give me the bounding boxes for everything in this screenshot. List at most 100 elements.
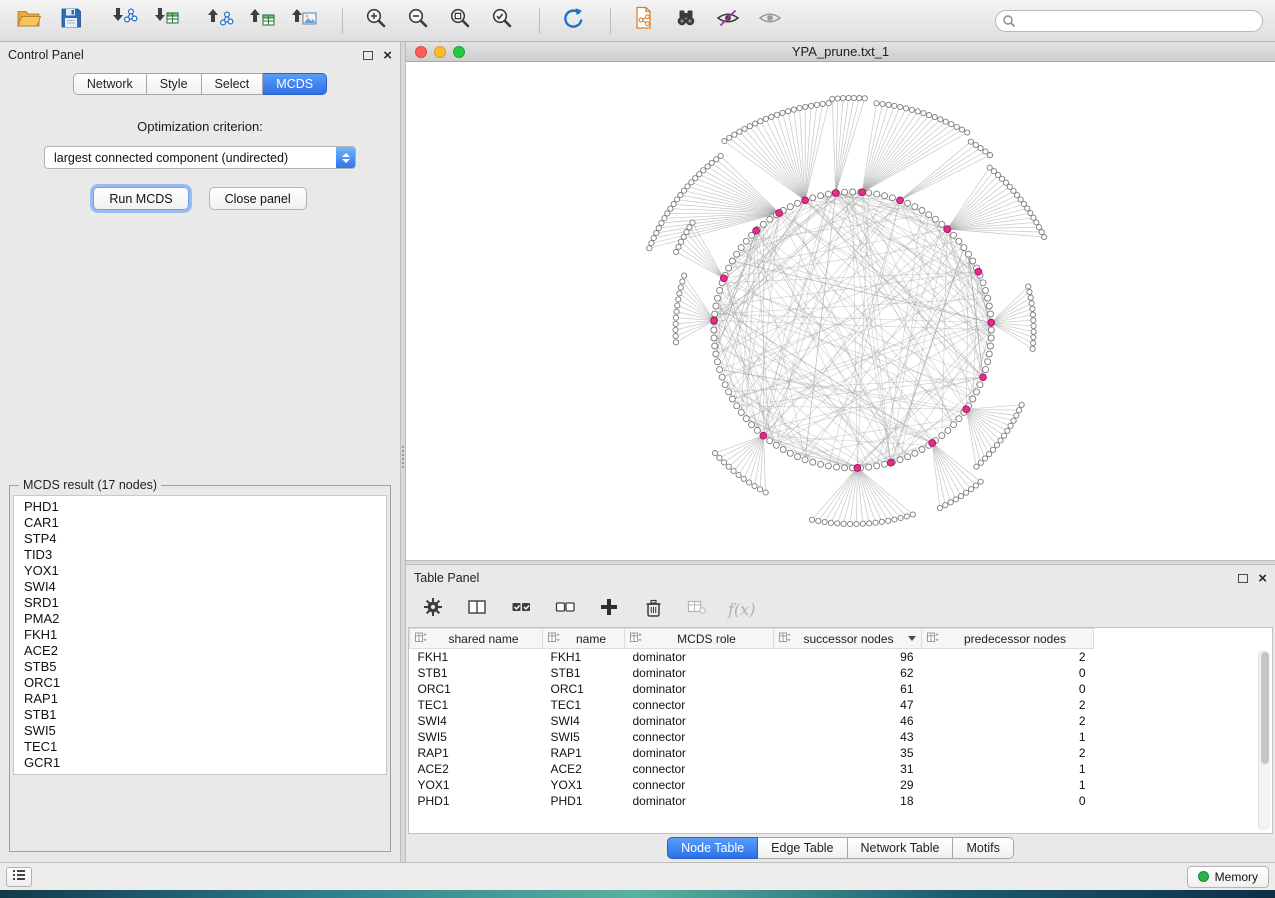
plus-icon: [598, 596, 620, 623]
column-header-label: successor nodes: [794, 632, 903, 646]
result-node-item[interactable]: CAR1: [14, 515, 386, 531]
table-row[interactable]: FKH1FKH1dominator962: [410, 649, 1094, 665]
column-header-shared-name[interactable]: shared name: [410, 629, 543, 649]
result-node-item[interactable]: STP4: [14, 531, 386, 547]
control-panel: Control Panel × NetworkStyleSelectMCDS O…: [0, 42, 400, 862]
table-cell: 18: [774, 793, 922, 809]
close-window-icon[interactable]: [415, 46, 427, 58]
tab-style[interactable]: Style: [147, 73, 202, 95]
show-columns-button[interactable]: [464, 596, 490, 622]
export-table-button[interactable]: [246, 5, 280, 37]
zoom-fit-button[interactable]: [443, 5, 477, 37]
control-panel-title: Control Panel: [8, 48, 84, 62]
criterion-dropdown[interactable]: largest connected component (undirected): [44, 146, 356, 169]
result-node-item[interactable]: ACE2: [14, 643, 386, 659]
table-row[interactable]: RAP1RAP1dominator352: [410, 745, 1094, 761]
result-node-item[interactable]: PMA2: [14, 611, 386, 627]
open-file-button[interactable]: [12, 5, 46, 37]
result-node-item[interactable]: SWI4: [14, 579, 386, 595]
save-session-button[interactable]: [54, 5, 88, 37]
minimize-window-icon[interactable]: [434, 46, 446, 58]
create-column-button[interactable]: [596, 596, 622, 622]
table-row[interactable]: STB1STB1dominator620: [410, 665, 1094, 681]
select-all-columns-button[interactable]: [508, 596, 534, 622]
result-node-item[interactable]: TEC1: [14, 739, 386, 755]
table-row[interactable]: ACE2ACE2connector311: [410, 761, 1094, 777]
function-builder-button-disabled[interactable]: f(x): [728, 600, 755, 619]
result-node-item[interactable]: STB5: [14, 659, 386, 675]
result-node-item[interactable]: RAP1: [14, 691, 386, 707]
show-all-button[interactable]: [753, 5, 787, 37]
delete-table-button-disabled[interactable]: [684, 596, 710, 622]
column-sort-icon: [415, 630, 427, 648]
close-panel-icon[interactable]: ×: [383, 48, 392, 63]
apply-layout-button[interactable]: [556, 5, 590, 37]
result-node-item[interactable]: GCR1: [14, 755, 386, 771]
table-cell: 31: [774, 761, 922, 777]
export-network-button[interactable]: [204, 5, 238, 37]
close-table-panel-icon[interactable]: ×: [1258, 571, 1267, 586]
column-header-predecessor-nodes[interactable]: predecessor nodes: [922, 629, 1094, 649]
tab-select[interactable]: Select: [202, 73, 264, 95]
first-neighbors-button[interactable]: [669, 5, 703, 37]
column-header-name[interactable]: name: [543, 629, 625, 649]
import-table-button[interactable]: [150, 5, 184, 37]
column-header-MCDS-role[interactable]: MCDS role: [625, 629, 774, 649]
run-mcds-button[interactable]: Run MCDS: [93, 187, 188, 210]
column-sort-icon: [779, 630, 791, 648]
table-cell: FKH1: [543, 649, 625, 665]
node-table: shared namenameMCDS role successor nodes p…: [409, 628, 1094, 809]
share-document-button[interactable]: [627, 5, 661, 37]
table-row[interactable]: ORC1ORC1dominator610: [410, 681, 1094, 697]
table-cell: 2: [922, 649, 1094, 665]
result-node-item[interactable]: YOX1: [14, 563, 386, 579]
import-network-button[interactable]: [108, 5, 142, 37]
maximize-window-icon[interactable]: [453, 46, 465, 58]
table-settings-button[interactable]: [420, 596, 446, 622]
table-row[interactable]: SWI4SWI4dominator462: [410, 713, 1094, 729]
result-node-item[interactable]: PHD1: [14, 499, 386, 515]
result-node-item[interactable]: FKH1: [14, 627, 386, 643]
table-toolbar: f(x): [406, 591, 1275, 627]
table-scrollbar[interactable]: [1258, 650, 1270, 831]
float-table-panel-icon[interactable]: [1238, 574, 1248, 583]
tab-node-table[interactable]: Node Table: [667, 837, 758, 859]
memory-button[interactable]: Memory: [1187, 866, 1269, 888]
float-panel-icon[interactable]: [363, 51, 373, 60]
tab-network-table[interactable]: Network Table: [848, 837, 954, 859]
table-cell: SWI4: [410, 713, 543, 729]
eye-slash-icon: [715, 5, 741, 36]
zoom-selected-button[interactable]: [485, 5, 519, 37]
zoom-in-icon: [363, 5, 389, 36]
tab-network[interactable]: Network: [73, 73, 147, 95]
result-node-item[interactable]: STB1: [14, 707, 386, 723]
result-node-item[interactable]: TID3: [14, 547, 386, 563]
zoom-in-button[interactable]: [359, 5, 393, 37]
table-panel: Table Panel × f(x): [406, 565, 1275, 862]
network-canvas[interactable]: [406, 62, 1275, 560]
tab-mcds[interactable]: MCDS: [263, 73, 327, 95]
table-cell: 35: [774, 745, 922, 761]
result-node-item[interactable]: SRD1: [14, 595, 386, 611]
delete-column-button[interactable]: [640, 596, 666, 622]
table-row[interactable]: YOX1YOX1connector291: [410, 777, 1094, 793]
zoom-out-button[interactable]: [401, 5, 435, 37]
table-scrollbar-thumb[interactable]: [1261, 652, 1269, 764]
export-image-button[interactable]: [288, 5, 322, 37]
table-cell: FKH1: [410, 649, 543, 665]
table-row[interactable]: SWI5SWI5connector431: [410, 729, 1094, 745]
tab-motifs[interactable]: Motifs: [953, 837, 1013, 859]
column-header-successor-nodes[interactable]: successor nodes: [774, 629, 922, 649]
search-input[interactable]: [995, 10, 1263, 32]
close-panel-button[interactable]: Close panel: [209, 187, 307, 210]
deselect-all-columns-button[interactable]: [552, 596, 578, 622]
result-node-item[interactable]: ORC1: [14, 675, 386, 691]
table-cell: TEC1: [410, 697, 543, 713]
panel-toggle-button[interactable]: [6, 867, 32, 887]
result-node-item[interactable]: SWI5: [14, 723, 386, 739]
table-cell: 2: [922, 713, 1094, 729]
table-row[interactable]: TEC1TEC1connector472: [410, 697, 1094, 713]
tab-edge-table[interactable]: Edge Table: [758, 837, 847, 859]
table-row[interactable]: PHD1PHD1dominator180: [410, 793, 1094, 809]
hide-selected-button[interactable]: [711, 5, 745, 37]
